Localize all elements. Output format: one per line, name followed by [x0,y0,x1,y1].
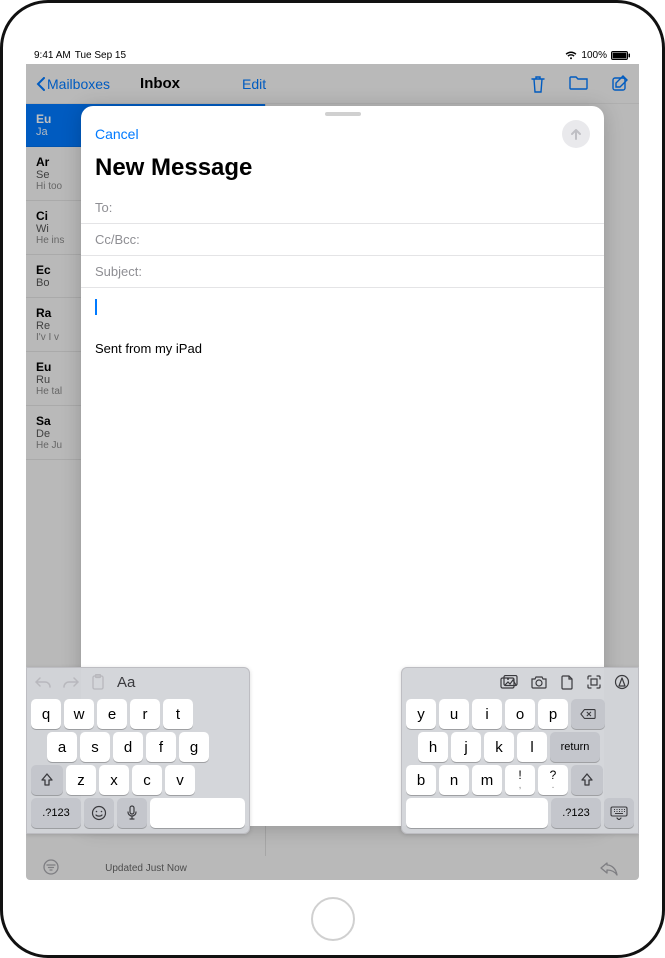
key-question[interactable]: ?. [538,765,568,795]
key-r[interactable]: r [130,699,160,729]
screen: 9:41 AM Tue Sep 15 100% [26,46,639,880]
subject-input[interactable] [150,264,590,279]
numbers-key[interactable]: .?123 [31,798,81,828]
key-x[interactable]: x [99,765,129,795]
key-q[interactable]: q [31,699,61,729]
dictation-key[interactable] [117,798,147,828]
status-bar: 9:41 AM Tue Sep 15 100% [26,46,639,64]
key-n[interactable]: n [439,765,469,795]
key-w[interactable]: w [64,699,94,729]
key-o[interactable]: o [505,699,535,729]
compose-title: New Message [81,148,604,192]
battery-icon [611,51,631,60]
space-key-right[interactable] [406,798,548,828]
wifi-icon [565,51,577,60]
delete-key[interactable] [571,699,605,729]
photo-library-icon[interactable] [500,675,518,689]
signature-text: Sent from my iPad [95,341,590,356]
hide-keyboard-key[interactable] [604,798,634,828]
key-j[interactable]: j [451,732,481,762]
numbers-key-right[interactable]: .?123 [551,798,601,828]
key-v[interactable]: v [165,765,195,795]
key-f[interactable]: f [146,732,176,762]
battery-percent: 100% [581,50,607,61]
paste-icon[interactable] [91,674,105,690]
key-t[interactable]: t [163,699,193,729]
markup-icon[interactable] [614,674,630,690]
home-button[interactable] [311,897,355,941]
cc-bcc-input[interactable] [148,232,590,247]
key-k[interactable]: k [484,732,514,762]
ipad-frame: 9:41 AM Tue Sep 15 100% [0,0,665,958]
redo-icon[interactable] [63,676,79,688]
keyboard-toolbar-right [402,668,638,696]
key-s[interactable]: s [80,732,110,762]
key-g[interactable]: g [179,732,209,762]
to-input[interactable] [120,200,590,215]
undo-icon[interactable] [35,676,51,688]
attachment-icon[interactable] [560,674,574,690]
key-z[interactable]: z [66,765,96,795]
key-e[interactable]: e [97,699,127,729]
key-d[interactable]: d [113,732,143,762]
sheet-grabber[interactable] [325,112,361,116]
shift-key[interactable] [31,765,63,795]
emoji-key[interactable] [84,798,114,828]
shift-key-right[interactable] [571,765,603,795]
status-date: Tue Sep 15 [75,50,126,61]
camera-icon[interactable] [530,675,548,689]
arrow-up-icon [568,126,584,142]
key-l[interactable]: l [517,732,547,762]
split-keyboard-left: Aa q w e r t a s d f g [26,667,250,834]
key-p[interactable]: p [538,699,568,729]
scan-icon[interactable] [586,674,602,690]
key-c[interactable]: c [132,765,162,795]
key-exclaim[interactable]: !, [505,765,535,795]
status-time: 9:41 AM [34,50,71,61]
cc-bcc-label: Cc/Bcc: [95,232,140,247]
keyboard-toolbar-left: Aa [27,668,249,696]
text-cursor [95,299,97,315]
key-u[interactable]: u [439,699,469,729]
key-b[interactable]: b [406,765,436,795]
cancel-button[interactable]: Cancel [95,126,139,142]
subject-label: Subject: [95,264,142,279]
split-keyboard-right: y u i o p h j k l return [401,667,639,834]
cc-bcc-field[interactable]: Cc/Bcc: [81,224,604,256]
key-h[interactable]: h [418,732,448,762]
send-button[interactable] [562,120,590,148]
to-field[interactable]: To: [81,192,604,224]
subject-field[interactable]: Subject: [81,256,604,288]
space-key-left[interactable] [150,798,245,828]
key-m[interactable]: m [472,765,502,795]
to-label: To: [95,200,112,215]
format-button[interactable]: Aa [117,674,135,691]
key-a[interactable]: a [47,732,77,762]
key-y[interactable]: y [406,699,436,729]
key-i[interactable]: i [472,699,502,729]
return-key[interactable]: return [550,732,600,762]
ipad-bezel: 9:41 AM Tue Sep 15 100% [18,18,647,940]
